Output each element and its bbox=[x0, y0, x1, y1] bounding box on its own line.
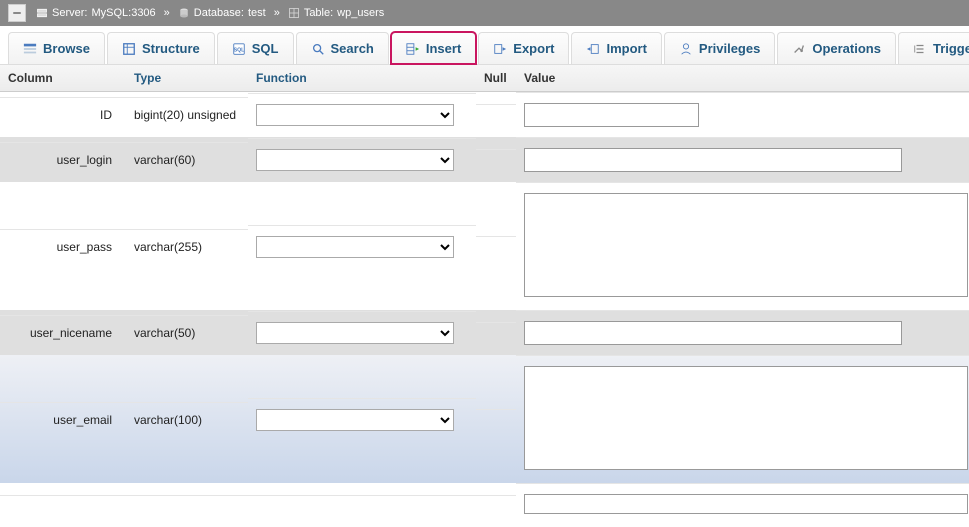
function-select[interactable] bbox=[256, 409, 454, 431]
value-textarea[interactable] bbox=[524, 193, 968, 297]
column-type: varchar(255) bbox=[126, 229, 248, 264]
breadcrumb-server[interactable]: Server: MySQL:3306 bbox=[36, 7, 156, 19]
search-icon bbox=[311, 42, 325, 56]
null-cell bbox=[476, 236, 516, 257]
function-select[interactable] bbox=[256, 104, 454, 126]
header-type[interactable]: Type bbox=[126, 65, 248, 91]
table-row bbox=[0, 483, 969, 527]
value-input[interactable] bbox=[524, 321, 902, 345]
null-cell bbox=[476, 149, 516, 170]
column-name: user_nicename bbox=[0, 315, 126, 350]
breadcrumb-table-value: wp_users bbox=[337, 7, 384, 19]
header-null: Null bbox=[476, 65, 516, 91]
column-name: user_email bbox=[0, 402, 126, 437]
breadcrumb-server-label: Server: bbox=[52, 7, 87, 19]
tab-triggers-label: Triggers bbox=[933, 41, 969, 56]
insert-icon bbox=[406, 42, 420, 56]
operations-icon bbox=[792, 42, 806, 56]
value-textarea[interactable] bbox=[524, 366, 968, 470]
breadcrumb-database-label: Database: bbox=[194, 7, 244, 19]
column-type: varchar(60) bbox=[126, 142, 248, 177]
breadcrumb-database-value: test bbox=[248, 7, 266, 19]
tab-browse[interactable]: Browse bbox=[8, 32, 105, 64]
tab-import[interactable]: Import bbox=[571, 32, 661, 64]
function-cell bbox=[248, 311, 476, 354]
value-input[interactable] bbox=[524, 148, 902, 172]
tab-sql-label: SQL bbox=[252, 41, 279, 56]
breadcrumb-database[interactable]: Database: test bbox=[178, 7, 266, 19]
database-icon bbox=[178, 7, 190, 19]
value-cell bbox=[516, 92, 969, 137]
breadcrumb-sep: » bbox=[164, 7, 170, 19]
tab-search-label: Search bbox=[331, 41, 374, 56]
table-row: user_passvarchar(255) bbox=[0, 182, 969, 310]
column-type: bigint(20) unsigned bbox=[126, 97, 248, 132]
function-select[interactable] bbox=[256, 322, 454, 344]
tab-export[interactable]: Export bbox=[478, 32, 569, 64]
tab-insert-label: Insert bbox=[426, 41, 461, 56]
tab-import-label: Import bbox=[606, 41, 646, 56]
null-cell bbox=[476, 104, 516, 125]
column-name: user_pass bbox=[0, 229, 126, 264]
null-cell bbox=[476, 322, 516, 343]
column-type: varchar(50) bbox=[126, 315, 248, 350]
header-function[interactable]: Function bbox=[248, 65, 476, 91]
tab-bar: Browse Structure SQL SQL Search Insert E… bbox=[0, 26, 969, 65]
null-cell bbox=[476, 409, 516, 430]
export-icon bbox=[493, 42, 507, 56]
browse-icon bbox=[23, 42, 37, 56]
table-row: user_emailvarchar(100) bbox=[0, 355, 969, 483]
value-cell bbox=[516, 355, 969, 483]
table-row: IDbigint(20) unsigned bbox=[0, 92, 969, 137]
table-icon bbox=[288, 7, 300, 19]
breadcrumb-table-label: Table: bbox=[304, 7, 333, 19]
minus-icon bbox=[11, 7, 23, 19]
breadcrumb-table[interactable]: Table: wp_users bbox=[288, 7, 384, 19]
header-column: Column bbox=[0, 65, 126, 91]
value-cell bbox=[516, 137, 969, 182]
tab-insert[interactable]: Insert bbox=[391, 32, 476, 64]
value-cell bbox=[516, 483, 969, 527]
breadcrumb: Server: MySQL:3306 » Database: test » Ta… bbox=[0, 0, 969, 26]
function-cell bbox=[248, 398, 476, 441]
tab-operations-label: Operations bbox=[812, 41, 881, 56]
table-header-row: Column Type Function Null Value bbox=[0, 65, 969, 92]
rows-container: IDbigint(20) unsigneduser_loginvarchar(6… bbox=[0, 92, 969, 527]
tab-browse-label: Browse bbox=[43, 41, 90, 56]
function-select[interactable] bbox=[256, 236, 454, 258]
table-row: user_loginvarchar(60) bbox=[0, 137, 969, 182]
svg-text:SQL: SQL bbox=[233, 47, 245, 53]
sql-icon: SQL bbox=[232, 42, 246, 56]
tab-privileges[interactable]: Privileges bbox=[664, 32, 775, 64]
tab-structure[interactable]: Structure bbox=[107, 32, 215, 64]
tab-export-label: Export bbox=[513, 41, 554, 56]
tab-triggers[interactable]: Triggers bbox=[898, 32, 969, 64]
value-textarea[interactable] bbox=[524, 494, 968, 514]
value-cell bbox=[516, 182, 969, 310]
function-cell bbox=[248, 93, 476, 136]
privileges-icon bbox=[679, 42, 693, 56]
header-value: Value bbox=[516, 65, 969, 91]
breadcrumb-sep: » bbox=[274, 7, 280, 19]
column-name: ID bbox=[0, 97, 126, 132]
tab-operations[interactable]: Operations bbox=[777, 32, 896, 64]
function-select[interactable] bbox=[256, 149, 454, 171]
structure-icon bbox=[122, 42, 136, 56]
value-input[interactable] bbox=[524, 103, 699, 127]
function-cell bbox=[248, 225, 476, 268]
tab-privileges-label: Privileges bbox=[699, 41, 760, 56]
column-name: user_login bbox=[0, 142, 126, 177]
import-icon bbox=[586, 42, 600, 56]
tab-structure-label: Structure bbox=[142, 41, 200, 56]
server-icon bbox=[36, 7, 48, 19]
triggers-icon bbox=[913, 42, 927, 56]
tab-search[interactable]: Search bbox=[296, 32, 389, 64]
breadcrumb-server-value: MySQL:3306 bbox=[91, 7, 155, 19]
home-button[interactable] bbox=[8, 4, 26, 22]
tab-sql[interactable]: SQL SQL bbox=[217, 32, 294, 64]
value-cell bbox=[516, 310, 969, 355]
table-row: user_nicenamevarchar(50) bbox=[0, 310, 969, 355]
function-cell bbox=[248, 138, 476, 181]
column-type: varchar(100) bbox=[126, 402, 248, 437]
